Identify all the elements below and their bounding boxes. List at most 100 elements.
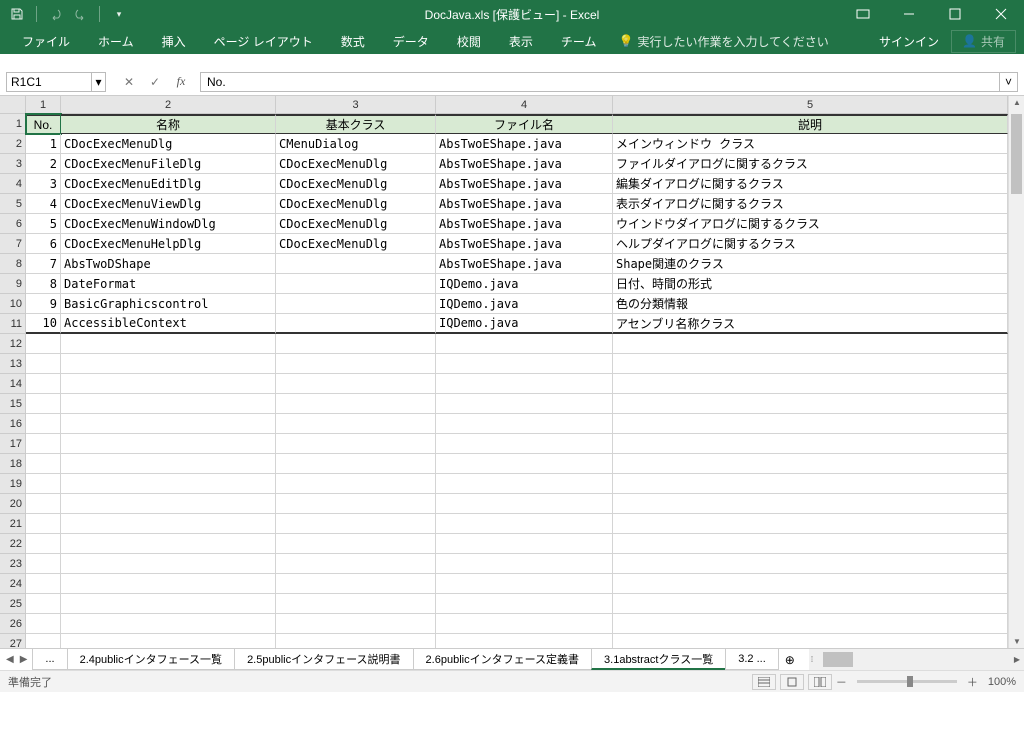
menu-data[interactable]: データ	[379, 29, 443, 54]
cell[interactable]: CDocExecMenuDlg	[61, 134, 276, 154]
menu-pagelayout[interactable]: ページ レイアウト	[200, 29, 327, 54]
cell[interactable]	[613, 374, 1008, 394]
cell[interactable]: AbsTwoEShape.java	[436, 154, 613, 174]
cell[interactable]	[276, 474, 436, 494]
cell[interactable]	[436, 454, 613, 474]
close-icon[interactable]	[978, 0, 1024, 28]
scroll-right-icon[interactable]: ▶	[1014, 655, 1020, 664]
cell[interactable]	[276, 614, 436, 634]
menu-review[interactable]: 校閲	[443, 29, 495, 54]
maximize-icon[interactable]	[932, 0, 978, 28]
zoom-slider[interactable]	[857, 680, 957, 683]
cell[interactable]: 6	[26, 234, 61, 254]
cell[interactable]	[276, 634, 436, 648]
row-header[interactable]: 24	[0, 574, 26, 594]
cell[interactable]	[26, 434, 61, 454]
row-header[interactable]: 6	[0, 214, 26, 234]
cell[interactable]	[436, 374, 613, 394]
row-header[interactable]: 26	[0, 614, 26, 634]
scroll-down-icon[interactable]: ▼	[1013, 637, 1021, 646]
menu-view[interactable]: 表示	[495, 29, 547, 54]
qat-dropdown-icon[interactable]: ▾	[110, 5, 128, 23]
cell[interactable]: CDocExecMenuViewDlg	[61, 194, 276, 214]
pagelayout-view-icon[interactable]	[780, 674, 804, 690]
cell[interactable]: メインウィンドウ クラス	[613, 134, 1008, 154]
sheet-tab-ellipsis[interactable]: ...	[32, 649, 67, 670]
cell[interactable]: IQDemo.java	[436, 314, 613, 334]
expand-formula-icon[interactable]: ˅	[1000, 72, 1018, 92]
col-header[interactable]: 3	[276, 96, 436, 113]
scroll-first-icon[interactable]: ⁞	[811, 655, 813, 664]
cell[interactable]: CMenuDialog	[276, 134, 436, 154]
cell[interactable]	[436, 534, 613, 554]
cell[interactable]: AbsTwoEShape.java	[436, 134, 613, 154]
cell[interactable]: 8	[26, 274, 61, 294]
row-header[interactable]: 15	[0, 394, 26, 414]
header-cell[interactable]: 名称	[61, 114, 276, 134]
cell[interactable]	[613, 494, 1008, 514]
cell[interactable]	[276, 374, 436, 394]
cell[interactable]	[61, 334, 276, 354]
fx-icon[interactable]: fx	[168, 72, 194, 92]
cell[interactable]	[613, 514, 1008, 534]
sheet-prev-icon[interactable]: ◀	[6, 654, 14, 665]
cell[interactable]	[276, 314, 436, 334]
cell[interactable]	[276, 414, 436, 434]
cell[interactable]	[436, 474, 613, 494]
row-header[interactable]: 18	[0, 454, 26, 474]
cell[interactable]: CDocExecMenuFileDlg	[61, 154, 276, 174]
normal-view-icon[interactable]	[752, 674, 776, 690]
row-header[interactable]: 19	[0, 474, 26, 494]
cell[interactable]	[61, 474, 276, 494]
header-cell[interactable]: 基本クラス	[276, 114, 436, 134]
cell[interactable]	[436, 554, 613, 574]
zoom-level[interactable]: 100%	[988, 676, 1016, 688]
cell[interactable]: AbsTwoEShape.java	[436, 254, 613, 274]
signin-link[interactable]: サインイン	[879, 33, 939, 50]
cell[interactable]: CDocExecMenuWindowDlg	[61, 214, 276, 234]
row-header[interactable]: 2	[0, 134, 26, 154]
cell[interactable]	[613, 554, 1008, 574]
cell[interactable]	[436, 334, 613, 354]
sheet-tab[interactable]: 3.2 ...	[725, 649, 779, 670]
menu-insert[interactable]: 挿入	[148, 29, 200, 54]
cell[interactable]: CDocExecMenuDlg	[276, 174, 436, 194]
cell[interactable]: 編集ダイアログに関するクラス	[613, 174, 1008, 194]
cell[interactable]	[276, 454, 436, 474]
cell[interactable]	[276, 254, 436, 274]
cell[interactable]	[26, 554, 61, 574]
vertical-scrollbar[interactable]: ▲ ▼	[1008, 96, 1024, 648]
cell[interactable]	[26, 454, 61, 474]
cell[interactable]	[436, 634, 613, 648]
cell[interactable]	[26, 514, 61, 534]
cell[interactable]: 5	[26, 214, 61, 234]
cell[interactable]	[26, 614, 61, 634]
row-header[interactable]: 9	[0, 274, 26, 294]
cell[interactable]	[61, 614, 276, 634]
cell[interactable]	[61, 634, 276, 648]
share-button[interactable]: 👤共有	[951, 30, 1016, 53]
row-header[interactable]: 17	[0, 434, 26, 454]
cell[interactable]: AbsTwoEShape.java	[436, 234, 613, 254]
row-header[interactable]: 8	[0, 254, 26, 274]
cell[interactable]	[276, 334, 436, 354]
cell[interactable]	[61, 374, 276, 394]
cell[interactable]	[613, 594, 1008, 614]
cell[interactable]: 1	[26, 134, 61, 154]
undo-icon[interactable]	[47, 5, 65, 23]
cell[interactable]	[61, 454, 276, 474]
cell[interactable]	[436, 414, 613, 434]
minimize-icon[interactable]	[886, 0, 932, 28]
cell[interactable]	[61, 434, 276, 454]
col-header[interactable]: 2	[61, 96, 276, 113]
cell[interactable]	[436, 574, 613, 594]
cell[interactable]: AbsTwoEShape.java	[436, 214, 613, 234]
cell[interactable]	[276, 574, 436, 594]
cell[interactable]	[61, 414, 276, 434]
row-header[interactable]: 23	[0, 554, 26, 574]
col-header[interactable]: 4	[436, 96, 613, 113]
header-cell[interactable]: 説明	[613, 114, 1008, 134]
cell[interactable]: ファイルダイアログに関するクラス	[613, 154, 1008, 174]
row-headers[interactable]: 1234567891011121314151617181920212223242…	[0, 114, 26, 648]
cell[interactable]	[26, 334, 61, 354]
